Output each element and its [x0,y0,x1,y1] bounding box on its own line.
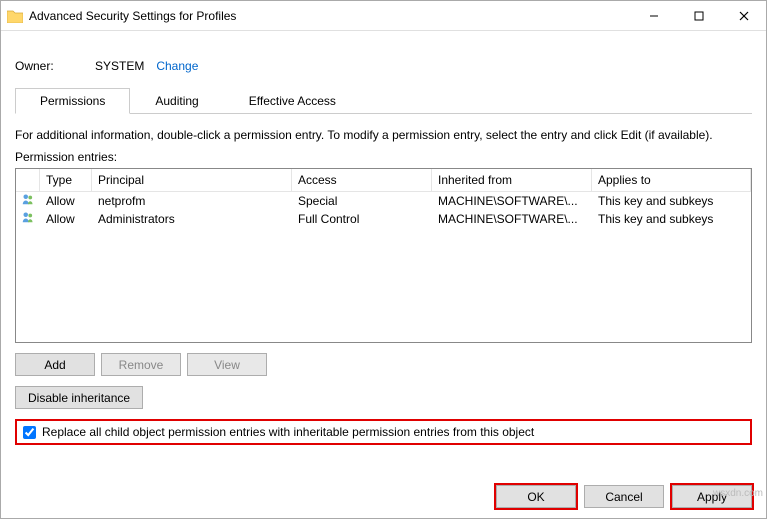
col-icon [16,169,40,191]
row-principal: netprofm [92,193,292,209]
row-applies: This key and subkeys [592,211,751,227]
window-frame: Advanced Security Settings for Profiles … [0,0,767,519]
col-principal[interactable]: Principal [92,169,292,191]
remove-button: Remove [101,353,181,376]
tab-auditing[interactable]: Auditing [130,88,223,114]
folder-icon [7,9,23,23]
view-button: View [187,353,267,376]
change-owner-link[interactable]: Change [156,59,198,73]
table-row[interactable]: AllowAdministratorsFull ControlMACHINE\S… [16,210,751,228]
row-access: Special [292,193,432,209]
add-button[interactable]: Add [15,353,95,376]
table-row[interactable]: AllownetprofmSpecialMACHINE\SOFTWARE\...… [16,192,751,210]
row-inherited: MACHINE\SOFTWARE\... [432,193,592,209]
window-title: Advanced Security Settings for Profiles [29,9,631,23]
ok-button[interactable]: OK [496,485,576,508]
replace-children-checkbox[interactable] [23,426,36,439]
row-principal: Administrators [92,211,292,227]
entries-label: Permission entries: [15,150,752,168]
titlebar: Advanced Security Settings for Profiles [1,1,766,31]
col-applies[interactable]: Applies to [592,169,751,191]
col-inherited[interactable]: Inherited from [432,169,592,191]
replace-children-checkbox-row[interactable]: Replace all child object permission entr… [15,419,752,445]
row-inherited: MACHINE\SOFTWARE\... [432,211,592,227]
minimize-button[interactable] [631,1,676,30]
row-access: Full Control [292,211,432,227]
permission-entries-list[interactable]: Type Principal Access Inherited from App… [15,168,752,343]
close-button[interactable] [721,1,766,30]
row-type: Allow [40,193,92,209]
replace-children-label: Replace all child object permission entr… [42,425,534,439]
row-type: Allow [40,211,92,227]
people-icon [16,192,40,210]
owner-value: SYSTEM [95,59,144,73]
row-applies: This key and subkeys [592,193,751,209]
cancel-button[interactable]: Cancel [584,485,664,508]
disable-inheritance-button[interactable]: Disable inheritance [15,386,143,409]
owner-row: Owner: SYSTEM Change [15,41,752,87]
apply-button[interactable]: Apply [672,485,752,508]
people-icon [16,210,40,228]
list-body: AllownetprofmSpecialMACHINE\SOFTWARE\...… [16,192,751,342]
inheritance-row: Disable inheritance [15,386,752,409]
entry-buttons: Add Remove View [15,353,752,376]
list-header: Type Principal Access Inherited from App… [16,169,751,192]
dialog-footer: OK Cancel Apply [1,475,766,518]
col-access[interactable]: Access [292,169,432,191]
maximize-button[interactable] [676,1,721,30]
tab-effective-access[interactable]: Effective Access [224,88,361,114]
col-type[interactable]: Type [40,169,92,191]
owner-label: Owner: [15,59,95,73]
tab-strip: Permissions Auditing Effective Access [15,87,752,114]
content-area: Owner: SYSTEM Change Permissions Auditin… [1,31,766,475]
instructions-text: For additional information, double-click… [15,114,752,150]
tab-permissions[interactable]: Permissions [15,88,130,114]
